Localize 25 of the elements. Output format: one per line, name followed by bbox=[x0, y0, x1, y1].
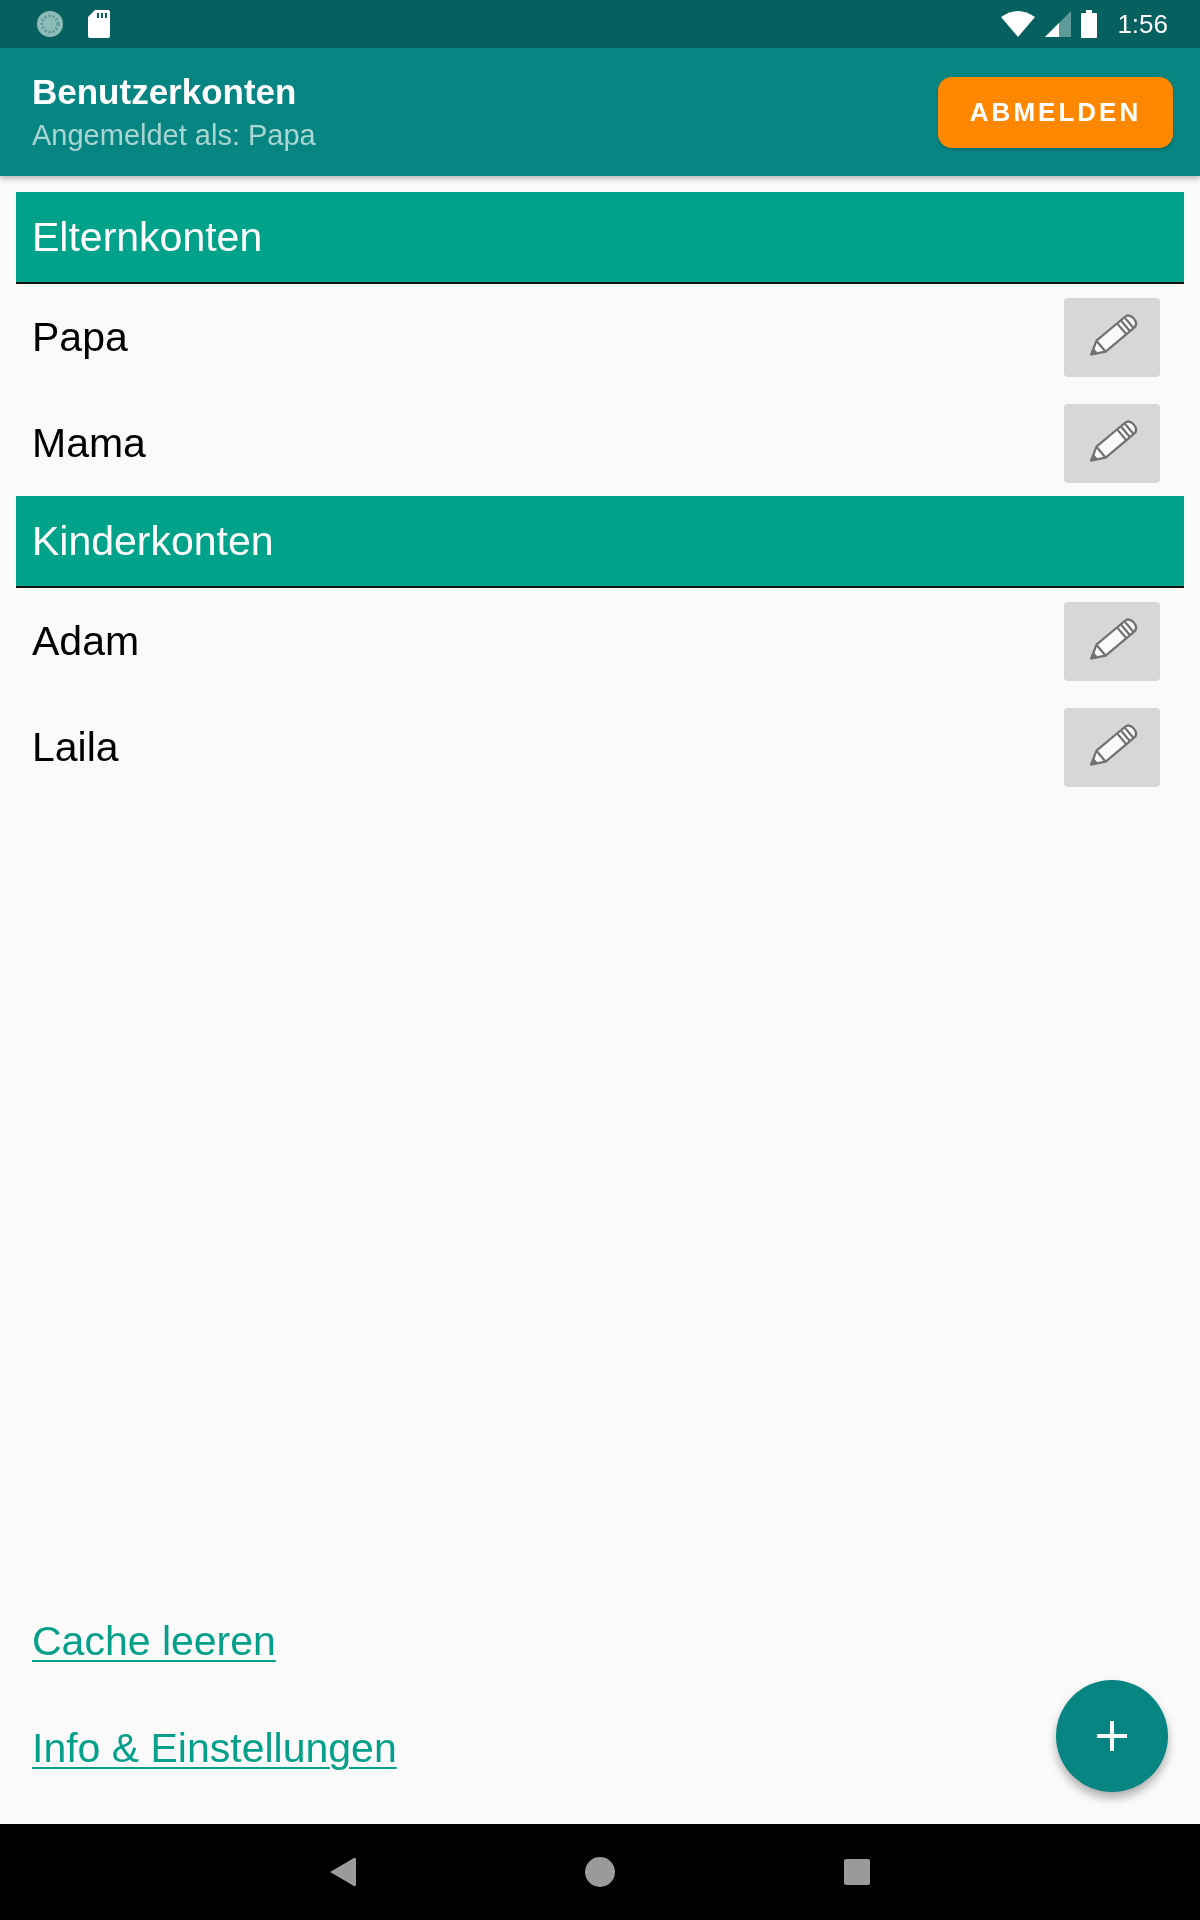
screen-title: Benutzerkonten bbox=[32, 72, 298, 112]
clock-time: 1:56 bbox=[1117, 8, 1168, 40]
section-header: Kinderkonten bbox=[16, 496, 1184, 588]
plus-icon bbox=[1097, 1721, 1127, 1751]
edit-button[interactable] bbox=[1064, 297, 1160, 377]
screen-subtitle: Angemeldet als: Papa bbox=[32, 118, 317, 152]
account-name: Papa bbox=[32, 313, 129, 361]
text-link[interactable]: Cache leeren bbox=[32, 1617, 276, 1665]
section-header: Elternkonten bbox=[16, 192, 1184, 284]
add-button[interactable] bbox=[1056, 1680, 1168, 1792]
battery-icon bbox=[1081, 10, 1098, 38]
sd-card-icon bbox=[88, 10, 110, 38]
dotted-circle-icon bbox=[36, 10, 64, 38]
back-icon[interactable] bbox=[330, 1857, 356, 1887]
edit-button[interactable] bbox=[1064, 601, 1160, 681]
signal-icon bbox=[1045, 11, 1072, 37]
home-icon[interactable] bbox=[585, 1857, 615, 1887]
edit-button[interactable] bbox=[1064, 403, 1160, 483]
logout-button[interactable]: ABMELDEN bbox=[938, 76, 1173, 148]
account-name: Mama bbox=[32, 419, 147, 467]
edit-button[interactable] bbox=[1064, 707, 1160, 787]
account-name: Laila bbox=[32, 723, 120, 771]
account-name: Adam bbox=[32, 617, 141, 665]
text-link[interactable]: Info & Einstellungen bbox=[32, 1724, 397, 1772]
wifi-icon bbox=[1001, 11, 1036, 37]
